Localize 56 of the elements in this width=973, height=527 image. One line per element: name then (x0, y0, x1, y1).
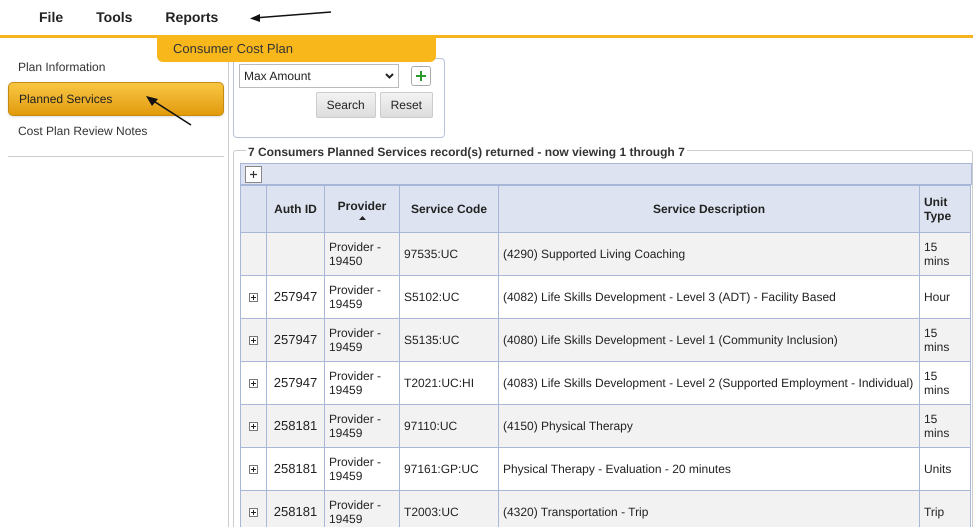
sort-ascending-icon (358, 216, 366, 220)
table-cell: (4083) Life Skills Development - Level 2 (Supported Employment - Individual) (503, 376, 914, 390)
column-header[interactable]: Service Description (498, 186, 920, 232)
table-cell: Physical Therapy - Evaluation - 20 minutes (503, 462, 731, 476)
table-cell: (4080) Life Skills Development - Level 1 (Community Inclusion) (503, 333, 838, 347)
table-cell: 257947 (274, 332, 318, 347)
table-cell: 97161:GP:UC (404, 462, 479, 476)
amount-select[interactable]: Max Amount (239, 64, 399, 88)
table-cell: Trip (924, 505, 944, 519)
table-cell: Provider - 19459 (329, 455, 382, 483)
filter-button[interactable]: Reset (380, 92, 433, 118)
table-cell: 258181 (274, 461, 318, 476)
table-cell: 15 mins (924, 369, 950, 397)
table-cell: T2003:UC (404, 505, 459, 519)
table-cell: 97535:UC (404, 247, 458, 261)
filter-button[interactable]: Search (316, 92, 376, 118)
table-cell: 15 mins (924, 412, 950, 440)
expand-row-icon[interactable] (249, 422, 258, 430)
table-cell: (4320) Transportation - Trip (503, 505, 648, 519)
expand-row-icon[interactable] (249, 508, 258, 516)
annotation-arrow (146, 96, 192, 126)
chevron-down-icon (385, 73, 394, 79)
table-cell: 258181 (274, 504, 318, 519)
table-cell: 15 mins (924, 326, 950, 354)
table-cell: Provider - 19459 (329, 369, 382, 397)
plus-icon (250, 170, 257, 178)
table-cell: S5135:UC (404, 333, 460, 347)
menu-item[interactable]: Reports (165, 7, 218, 28)
table-cell: S5102:UC (404, 290, 460, 304)
table-cell: Provider - 19459 (329, 498, 382, 526)
table-cell: (4082) Life Skills Development - Level 3 (ADT) - Facility Based (503, 290, 836, 304)
expand-row-icon[interactable] (249, 464, 258, 474)
table-cell: 257947 (274, 375, 318, 390)
expand-row-icon[interactable] (249, 292, 258, 302)
table-cell: Hour (924, 290, 950, 304)
table-cell: Provider - 19450 (329, 240, 382, 268)
table-cell: Provider - 19459 (329, 283, 382, 311)
sidebar-item[interactable]: Planned Services (8, 82, 224, 116)
table-cell: (4290) Supported Living Coaching (503, 247, 686, 261)
table-cell: 15 mins (924, 240, 950, 268)
sidebar-item[interactable]: Cost Plan Review Notes (8, 118, 224, 144)
plus-icon (416, 71, 426, 81)
add-button[interactable] (411, 66, 431, 86)
menu-item[interactable]: File (39, 7, 64, 28)
expand-row-icon[interactable] (249, 336, 258, 344)
menu-item[interactable]: Tools (96, 7, 132, 28)
table-cell: Provider - 19459 (329, 326, 382, 354)
expand-all-button[interactable] (245, 166, 262, 182)
table-cell: T2021:UC:HI (404, 376, 474, 390)
table-cell: Provider - 19459 (329, 412, 382, 440)
table-cell: (4150) Physical Therapy (503, 419, 633, 433)
table-cell: 258181 (274, 418, 318, 433)
table-cell: 97110:UC (404, 419, 458, 433)
table-cell: Units (924, 462, 952, 476)
table-cell: 257947 (274, 289, 318, 304)
expand-row-icon[interactable] (249, 378, 258, 388)
